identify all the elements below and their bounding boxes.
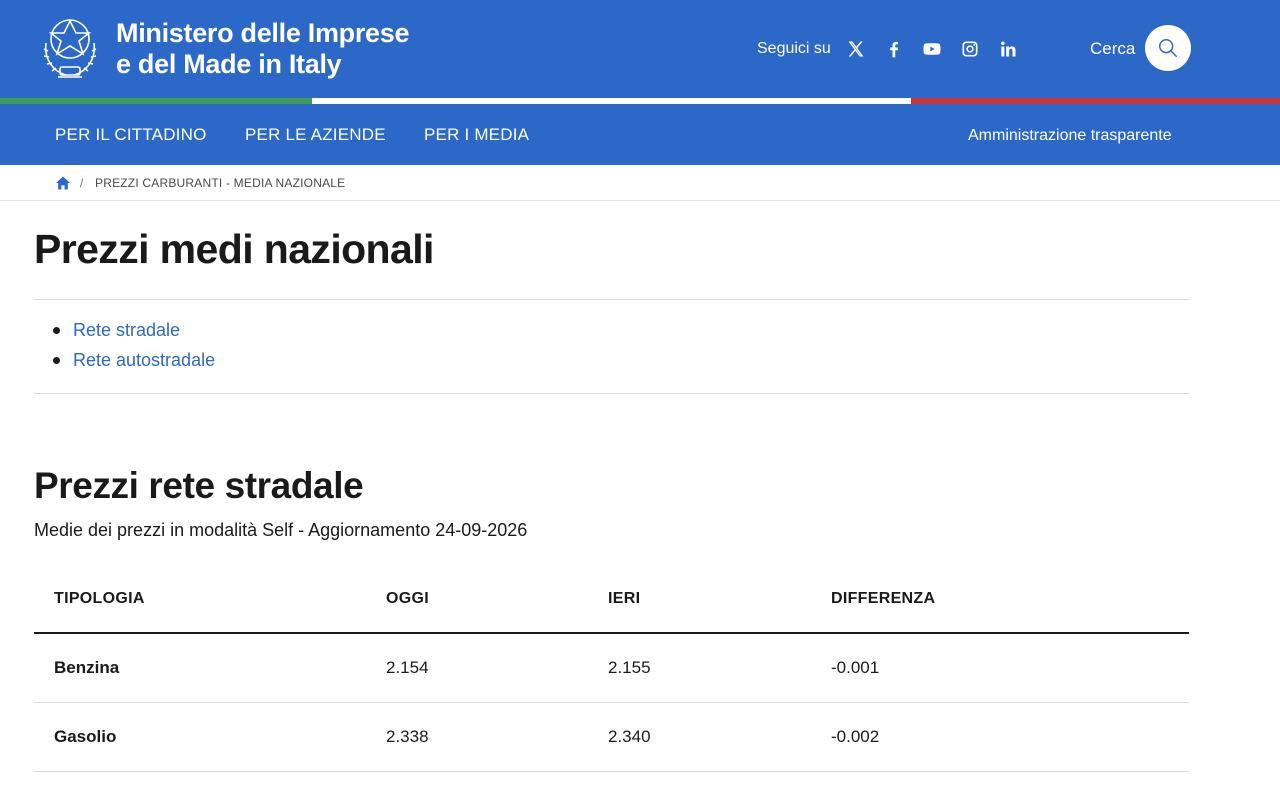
nav-item-amministrazione-trasparente[interactable]: Amministrazione trasparente [968, 127, 1172, 145]
emblem-logo[interactable] [38, 13, 102, 83]
cell-tipologia: Gasolio [54, 727, 117, 746]
nav-item-cittadino[interactable]: PER IL CITTADINO [55, 125, 207, 145]
page-title: Prezzi medi nazionali [34, 226, 434, 272]
divider-bottom [34, 393, 1189, 394]
breadcrumb-current: PREZZI CARBURANTI - MEDIA NAZIONALE [95, 176, 346, 190]
search-label[interactable]: Cerca [1090, 39, 1135, 59]
cell-tipologia: Benzina [54, 658, 120, 677]
column-header-differenza: DIFFERENZA [831, 590, 936, 607]
linkedin-icon[interactable] [997, 38, 1019, 60]
cell-differenza: -0.001 [831, 658, 880, 677]
link-rete-stradale[interactable]: Rete stradale [73, 320, 180, 340]
cell-differenza: -0.002 [831, 727, 880, 746]
youtube-icon[interactable] [921, 38, 943, 60]
table-row: Benzina 2.154 2.155 -0.001 [34, 634, 1189, 703]
x-icon[interactable] [845, 38, 867, 60]
column-header-oggi: OGGI [386, 590, 429, 607]
brand-line-2: e del Made in Italy [116, 49, 342, 79]
cell-ieri: 2.340 [608, 727, 651, 746]
cell-ieri: 2.155 [608, 658, 651, 677]
column-header-ieri: IERI [608, 590, 641, 607]
link-rete-autostradale[interactable]: Rete autostradale [73, 350, 215, 370]
section-subtitle: Medie dei prezzi in modalità Self - Aggi… [34, 520, 528, 540]
list-item: Rete stradale [50, 318, 215, 348]
nav-item-media[interactable]: PER I MEDIA [424, 125, 529, 145]
table-header: TIPOLOGIA OGGI IERI DIFFERENZA [34, 565, 1189, 634]
column-header-tipologia: TIPOLOGIA [54, 590, 145, 607]
divider-top [34, 299, 1189, 300]
search-icon [1159, 39, 1177, 57]
brand-line-1: Ministero delle Imprese [116, 18, 410, 48]
home-icon[interactable] [55, 175, 71, 191]
section-title: Prezzi rete stradale [34, 465, 364, 506]
facebook-icon[interactable] [883, 38, 905, 60]
list-item: Rete autostradale [50, 348, 215, 378]
social-label: Seguici su [757, 40, 831, 57]
cell-oggi: 2.338 [386, 727, 429, 746]
instagram-icon[interactable] [959, 38, 981, 60]
prices-table: TIPOLOGIA OGGI IERI DIFFERENZA Benzina 2… [34, 565, 1189, 772]
search-button[interactable] [1145, 25, 1191, 71]
table-row: Gasolio 2.338 2.340 -0.002 [34, 703, 1189, 772]
breadcrumb: / PREZZI CARBURANTI - MEDIA NAZIONALE [0, 165, 1280, 201]
breadcrumb-separator: / [80, 176, 84, 190]
network-links: Rete stradale Rete autostradale [50, 318, 215, 378]
main-navigation: PER IL CITTADINO PER LE AZIENDE PER I ME… [0, 104, 1280, 165]
social-links: Seguici su [757, 36, 1035, 62]
ministry-brand-name[interactable]: Ministero delle Imprese e del Made in It… [116, 18, 410, 80]
nav-item-aziende[interactable]: PER LE AZIENDE [245, 125, 386, 145]
cell-oggi: 2.154 [386, 658, 429, 677]
top-header: Ministero delle Imprese e del Made in It… [0, 0, 1280, 98]
